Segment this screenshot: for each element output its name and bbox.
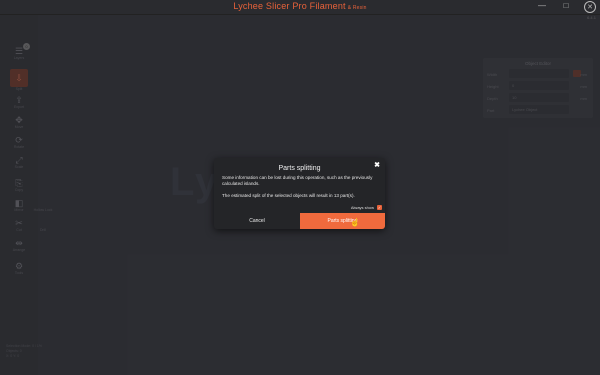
minimize-button[interactable]: — <box>536 1 548 13</box>
always-show-checkbox[interactable]: ✓ <box>377 205 382 210</box>
dialog-title: Parts splitting <box>278 165 321 172</box>
close-icon[interactable]: ✖ <box>374 161 380 169</box>
dialog-warning-text: Some information can be lost during this… <box>222 175 373 187</box>
parts-splitting-button[interactable]: Parts splitting <box>300 213 385 229</box>
app-subtitle: & Resin <box>347 5 367 11</box>
window-controls: — □ ✕ <box>536 1 596 13</box>
hand-cursor-icon: ☝ <box>350 218 360 227</box>
maximize-button[interactable]: □ <box>560 1 572 13</box>
title-bar: Lychee Slicer Pro Filament & Resin — □ ✕ <box>0 0 600 15</box>
app-title-text: Lychee Slicer Pro Filament <box>233 1 346 11</box>
dialog-estimate-text: The estimated split of the selected obje… <box>222 192 355 198</box>
always-show-label: Always show <box>350 205 374 210</box>
window-close-button[interactable]: ✕ <box>584 1 596 13</box>
dialog-body: Some information can be lost during this… <box>222 175 379 199</box>
app-title: Lychee Slicer Pro Filament & Resin <box>0 1 600 11</box>
always-show-option[interactable]: Always show ✓ <box>351 205 382 210</box>
cancel-button[interactable]: Cancel <box>214 213 300 229</box>
